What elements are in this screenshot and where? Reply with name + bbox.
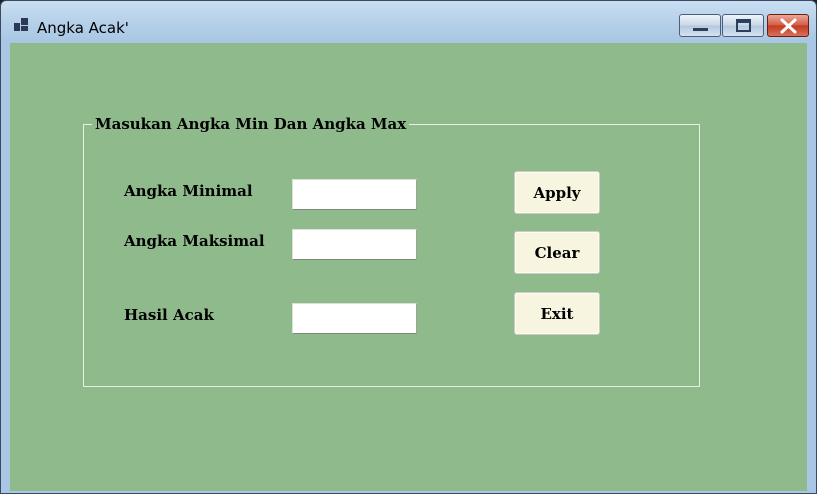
app-window-icon	[13, 17, 29, 33]
form-client-area: Masukan Angka Min Dan Angka Max Angka Mi…	[10, 43, 807, 491]
title-bar[interactable]: Angka Acak'	[1, 1, 816, 43]
window-title: Angka Acak'	[37, 19, 129, 37]
minimize-button[interactable]	[679, 14, 721, 37]
min-label: Angka Minimal	[124, 182, 253, 200]
close-button[interactable]	[767, 14, 809, 37]
groupbox-title: Masukan Angka Min Dan Angka Max	[92, 115, 410, 133]
minimize-icon	[693, 28, 708, 31]
result-label: Hasil Acak	[124, 306, 214, 324]
clear-button[interactable]: Clear	[514, 231, 600, 274]
maximize-button[interactable]	[722, 14, 764, 37]
exit-button[interactable]: Exit	[514, 292, 600, 335]
maximize-icon	[736, 19, 751, 32]
apply-button[interactable]: Apply	[514, 171, 600, 214]
max-input[interactable]	[292, 229, 417, 260]
max-label: Angka Maksimal	[124, 232, 265, 250]
min-input[interactable]	[292, 179, 417, 210]
app-window: Angka Acak' Masukan Angka Min Dan Angka …	[0, 0, 817, 494]
close-icon	[780, 18, 797, 34]
result-output[interactable]	[292, 303, 417, 334]
